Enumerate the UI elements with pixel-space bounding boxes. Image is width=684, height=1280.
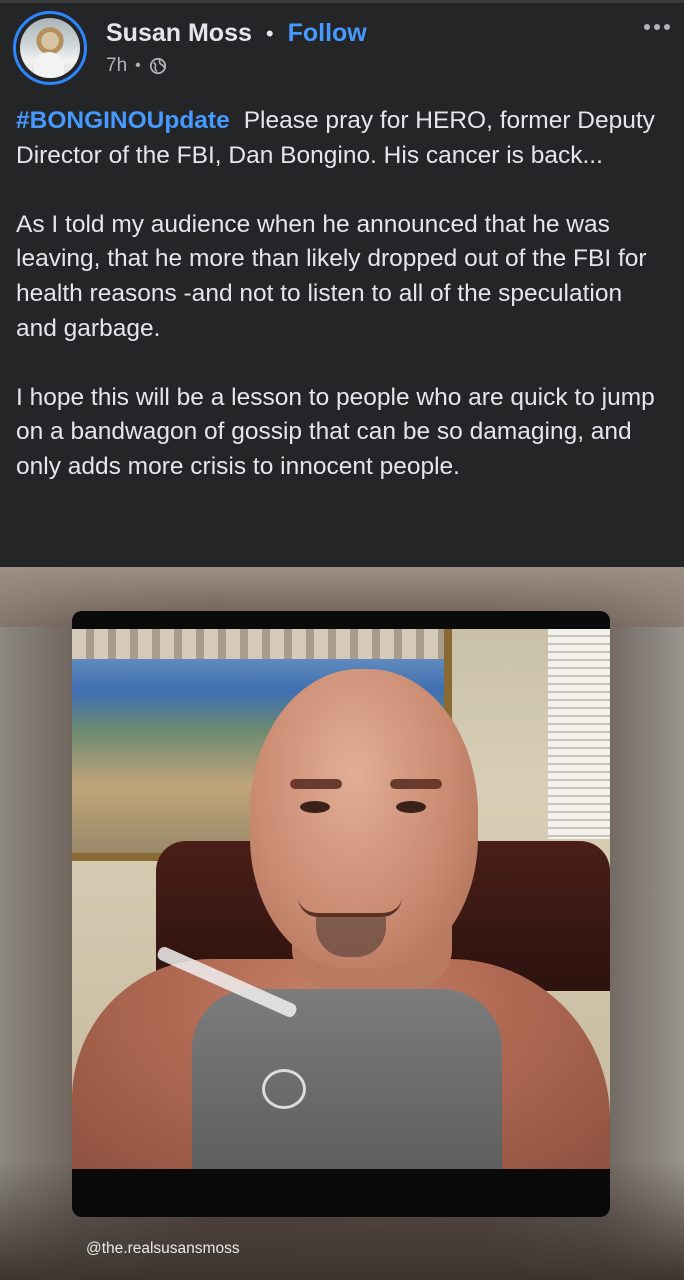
post-paragraph: #BONGINOUpdate Please pray for HERO, form… [16, 104, 666, 173]
author-row: Susan Moss • Follow [106, 19, 367, 48]
mouth [298, 897, 402, 917]
window-blinds [548, 629, 610, 839]
iv-port [262, 1069, 306, 1109]
post-time[interactable]: 7h [106, 55, 127, 77]
globe-icon [149, 57, 166, 75]
left-eye [300, 801, 330, 813]
author-avatar[interactable] [13, 11, 87, 85]
ellipsis-dot [644, 24, 650, 30]
post-paragraph: As I told my audience when he announced … [16, 210, 647, 342]
tank-top [192, 989, 502, 1169]
image-watermark: @the.realsusansmoss [86, 1240, 240, 1257]
ellipsis-dot [654, 24, 660, 30]
top-divider [0, 0, 684, 3]
follow-button[interactable]: Follow [288, 19, 367, 48]
name-separator: • [265, 20, 274, 46]
hashtag-link[interactable]: #BONGINOUpdate [16, 107, 230, 134]
post-paragraph: I hope this will be a lesson to people w… [16, 383, 655, 480]
ellipsis-icon[interactable] [644, 24, 670, 30]
ellipsis-dot [664, 24, 670, 30]
post-meta: 7h • [106, 55, 167, 77]
author-name[interactable]: Susan Moss [106, 19, 252, 48]
photo-frame [72, 611, 610, 1217]
post-image[interactable] [0, 567, 684, 1280]
right-eye [396, 801, 426, 813]
left-brow [290, 779, 342, 789]
right-brow [390, 779, 442, 789]
avatar-photo [20, 18, 80, 78]
photo [72, 629, 610, 1169]
meta-separator: • [135, 57, 141, 74]
post-body: #BONGINOUpdate Please pray for HERO, form… [16, 104, 666, 519]
post-header: Susan Moss • Follow 7h • [0, 8, 684, 90]
